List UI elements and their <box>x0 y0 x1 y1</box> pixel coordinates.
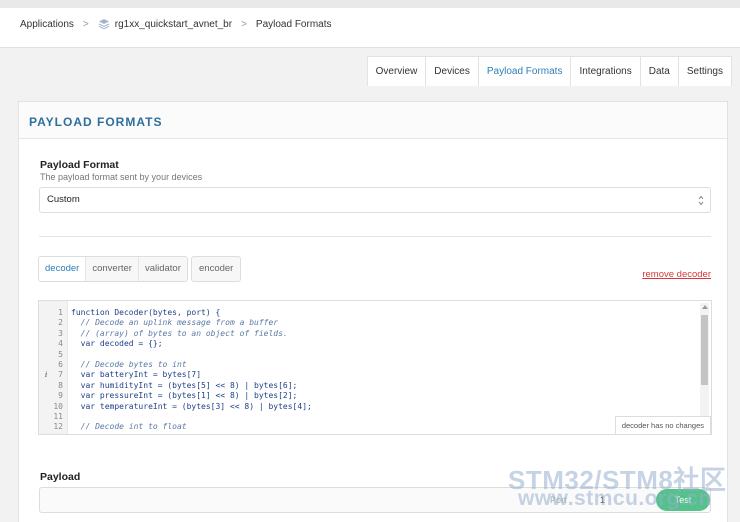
code-line: 5 <box>39 350 711 360</box>
breadcrumb-separator: > <box>82 18 89 30</box>
line-number: 5 <box>58 349 63 359</box>
app-tabs: Overview Devices Payload Formats Integra… <box>366 56 732 86</box>
code-text: // (array) of bytes to an object of fiel… <box>71 328 288 338</box>
tab-devices[interactable]: Devices <box>426 57 479 86</box>
card-header: PAYLOAD FORMATS <box>19 102 727 139</box>
code-text: var temperatureInt = (bytes[3] << 8) | b… <box>71 401 312 411</box>
line-number: 11 <box>53 411 63 421</box>
code-text: var decoded = {}; <box>71 339 163 349</box>
code-line: 6 // Decode bytes to int <box>39 360 711 370</box>
code-line: 1 function Decoder(bytes, port) { <box>39 308 711 318</box>
line-number: 8 <box>58 380 63 390</box>
code-text: // Decode bytes to int <box>71 359 187 369</box>
line-number: 10 <box>53 401 63 411</box>
card-title: PAYLOAD FORMATS <box>29 115 163 129</box>
line-number: 12 <box>53 422 63 432</box>
payload-format-select[interactable]: Custom <box>39 187 711 213</box>
code-line: 9 var pressureInt = (bytes[1] << 8) | by… <box>39 391 711 401</box>
code-line: 11 <box>39 412 711 422</box>
code-line: 7 var batteryInt = bytes[7] <box>39 370 711 380</box>
select-chevron-icon <box>698 195 704 206</box>
code-line: 12 // Decode int to float <box>39 422 711 432</box>
breadcrumb-applications[interactable]: Applications <box>20 19 74 30</box>
remove-decoder-link[interactable]: remove decoder <box>642 269 711 280</box>
tab-encoder[interactable]: encoder <box>191 256 242 282</box>
tab-overview[interactable]: Overview <box>368 57 427 86</box>
code-text: var pressureInt = (bytes[1] << 8) | byte… <box>71 391 298 401</box>
tab-integrations[interactable]: Integrations <box>571 57 641 86</box>
watermark-url: www.stmcu.org.cn <box>518 487 712 510</box>
code-text: function Decoder(bytes, port) { <box>71 308 221 317</box>
code-line: 3 // (array) of bytes to an object of fi… <box>39 329 711 339</box>
application-stack-icon <box>98 19 109 30</box>
line-number: 4 <box>58 339 63 349</box>
editor-status-badge: decoder has no changes <box>614 416 711 434</box>
code-text: var batteryInt = bytes[7] <box>71 370 202 380</box>
tab-payload-formats[interactable]: Payload Formats <box>479 57 572 86</box>
line-number: 1 <box>58 308 63 317</box>
breadcrumb-application-name[interactable]: rg1xx_quickstart_avnet_br <box>115 19 232 30</box>
line-number: 3 <box>58 328 63 338</box>
line-number: 7 <box>58 370 63 380</box>
payload-label: Payload <box>40 471 81 483</box>
code-editor[interactable]: 1 function Decoder(bytes, port) {2 // Dec… <box>38 300 712 435</box>
scroll-up-icon[interactable] <box>702 305 708 309</box>
code-line: 8 var humidityInt = (bytes[5] << 8) | by… <box>39 381 711 391</box>
payload-format-label: Payload Format <box>40 159 119 171</box>
code-line: 2 // Decode an uplink message from a buf… <box>39 318 711 328</box>
line-number: 6 <box>58 359 63 369</box>
line-number: 9 <box>58 391 63 401</box>
tab-validator[interactable]: validator <box>138 257 187 281</box>
editor-tab-group: decoder converter validator <box>38 256 188 282</box>
top-bar: Applications > rg1xx_quickstart_avnet_br… <box>0 0 740 48</box>
breadcrumb: Applications > rg1xx_quickstart_avnet_br… <box>20 18 332 30</box>
code-line: 4 var decoded = {}; <box>39 339 711 349</box>
scrollbar-thumb[interactable] <box>701 315 708 385</box>
tab-settings[interactable]: Settings <box>679 57 731 86</box>
payload-format-help: The payload format sent by your devices <box>40 172 203 182</box>
code-text: // Decode int to float <box>71 422 187 432</box>
editor-scrollbar[interactable] <box>700 303 709 432</box>
tab-decoder[interactable]: decoder <box>39 257 87 281</box>
tab-converter[interactable]: converter <box>86 257 139 281</box>
code-lines: 1 function Decoder(bytes, port) {2 // Dec… <box>39 308 711 433</box>
tab-data[interactable]: Data <box>641 57 679 86</box>
line-number: 2 <box>58 318 63 328</box>
code-text: var humidityInt = (bytes[5] << 8) | byte… <box>71 380 298 390</box>
code-text: // Decode an uplink message from a buffe… <box>71 318 279 328</box>
info-icon: i <box>45 371 48 379</box>
breadcrumb-separator: > <box>241 18 247 30</box>
payload-format-value: Custom <box>47 194 80 205</box>
breadcrumb-payload-formats: Payload Formats <box>255 18 332 30</box>
code-line: 10 var temperatureInt = (bytes[3] << 8) … <box>39 402 711 412</box>
section-divider <box>39 236 711 237</box>
payload-formats-card: PAYLOAD FORMATS Payload Format The paylo… <box>18 101 728 522</box>
